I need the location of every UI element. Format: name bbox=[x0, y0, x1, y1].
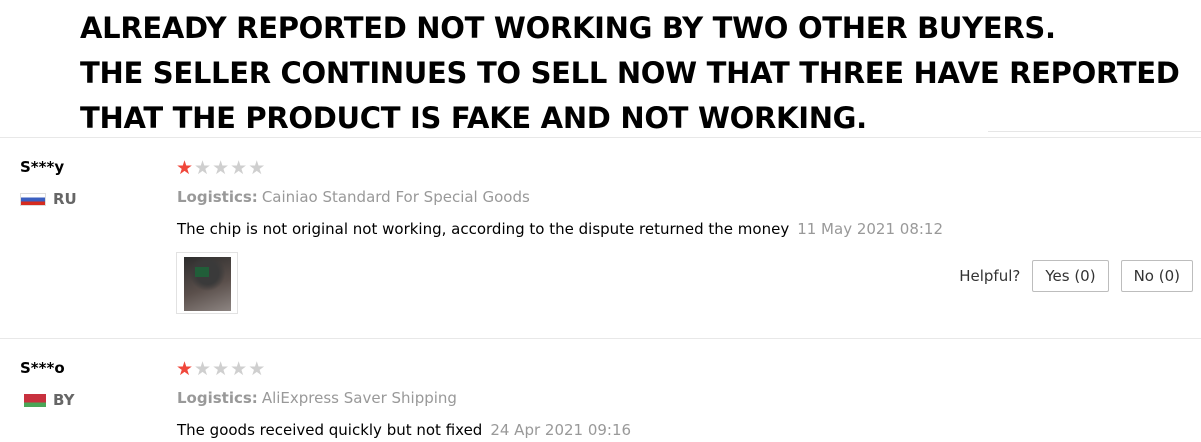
chip-image-detail bbox=[195, 267, 209, 277]
logistics-label: Logistics: bbox=[177, 389, 258, 407]
star-empty-icon: ★ bbox=[194, 157, 212, 179]
star-empty-icon: ★ bbox=[212, 157, 230, 179]
logistics-label: Logistics: bbox=[177, 188, 258, 206]
logistics-info: Logistics: Cainiao Standard For Special G… bbox=[177, 188, 530, 206]
star-empty-icon: ★ bbox=[230, 358, 248, 380]
review-photo bbox=[184, 257, 231, 311]
country-code: RU bbox=[53, 190, 77, 208]
review-date: 24 Apr 2021 09:16 bbox=[490, 421, 632, 439]
helpful-controls: Helpful? Yes (0) No (0) bbox=[959, 260, 1193, 292]
reviewer-name: S***o bbox=[20, 359, 65, 377]
banner-line-2: THE SELLER CONTINUES TO SELL NOW THAT TH… bbox=[80, 56, 1180, 90]
reviewer-name: S***y bbox=[20, 158, 65, 176]
reviewer-country: BY bbox=[20, 391, 74, 409]
helpful-no-button[interactable]: No (0) bbox=[1120, 260, 1193, 292]
star-empty-icon: ★ bbox=[248, 358, 266, 380]
review-body: The chip is not original not working, ac… bbox=[177, 220, 943, 238]
review-item: S***y RU ★ ★ ★ ★ ★ Logistics: Cainiao Sta… bbox=[0, 138, 1201, 338]
top-divider bbox=[988, 131, 1201, 132]
logistics-value: AliExpress Saver Shipping bbox=[261, 389, 457, 407]
review-body: The goods received quickly but not fixed… bbox=[177, 421, 631, 439]
star-filled-icon: ★ bbox=[176, 358, 194, 380]
star-filled-icon: ★ bbox=[176, 157, 194, 179]
review-date: 11 May 2021 08:12 bbox=[797, 220, 944, 238]
helpful-label: Helpful? bbox=[959, 267, 1021, 285]
country-code: BY bbox=[53, 391, 75, 409]
banner-line-3: THAT THE PRODUCT IS FAKE AND NOT WORKING… bbox=[80, 101, 867, 135]
star-empty-icon: ★ bbox=[212, 358, 230, 380]
russia-flag-icon bbox=[20, 192, 46, 206]
star-empty-icon: ★ bbox=[194, 358, 212, 380]
logistics-value: Cainiao Standard For Special Goods bbox=[261, 188, 530, 206]
review-text: The goods received quickly but not fixed bbox=[177, 421, 483, 439]
review-text: The chip is not original not working, ac… bbox=[177, 220, 790, 238]
star-empty-icon: ★ bbox=[230, 157, 248, 179]
rating-stars: ★ ★ ★ ★ ★ bbox=[176, 359, 265, 379]
logistics-info: Logistics: AliExpress Saver Shipping bbox=[177, 389, 457, 407]
star-empty-icon: ★ bbox=[248, 157, 266, 179]
annotation-banner: ALREADY REPORTED NOT WORKING BY TWO OTHE… bbox=[80, 6, 1190, 141]
helpful-yes-button[interactable]: Yes (0) bbox=[1032, 260, 1109, 292]
rating-stars: ★ ★ ★ ★ ★ bbox=[176, 158, 265, 178]
review-item: S***o BY ★ ★ ★ ★ ★ Logistics: AliExpress … bbox=[0, 339, 1201, 442]
reviewer-country: RU bbox=[20, 190, 77, 208]
belarus-flag-icon bbox=[20, 393, 46, 407]
banner-line-1: ALREADY REPORTED NOT WORKING BY TWO OTHE… bbox=[80, 11, 1056, 45]
review-photo-thumbnail[interactable] bbox=[176, 252, 238, 314]
